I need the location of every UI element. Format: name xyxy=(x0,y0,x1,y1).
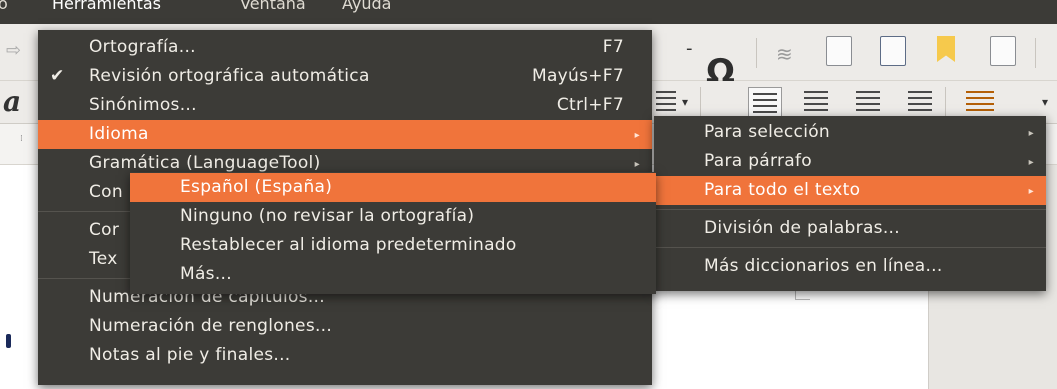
align-left-button[interactable] xyxy=(748,87,782,119)
menu-separator xyxy=(654,209,1046,210)
menu-item-shortcut: F7 xyxy=(602,37,624,57)
menu-item-more[interactable]: Más... xyxy=(130,260,656,289)
all-text-language-submenu: Español (España) Ninguno (no revisar la … xyxy=(130,172,656,294)
menubar-item-window[interactable]: Ventana xyxy=(240,0,306,13)
menubar-item-help[interactable]: Ayuda xyxy=(342,0,391,13)
align-left-icon xyxy=(753,93,777,113)
checkmark-icon: ✔ xyxy=(50,66,65,86)
menu-item-label: Para selección xyxy=(704,122,831,142)
menubar: o Herramientas Ventana Ayuda xyxy=(0,0,1057,24)
dropdown-arrow-icon[interactable]: ▾ xyxy=(1042,95,1048,109)
menu-item-spelling[interactable]: Ortografía... F7 xyxy=(38,33,652,62)
hyperlink-icon[interactable]: ≋ xyxy=(776,42,793,66)
menu-item-thesaurus[interactable]: Sinónimos... Ctrl+F7 xyxy=(38,91,652,120)
list-icon[interactable] xyxy=(656,91,676,111)
menu-item-label: Con xyxy=(89,182,123,202)
submenu-arrow-icon: ▸ xyxy=(1028,186,1034,197)
menu-item-label: Más diccionarios en línea... xyxy=(704,256,943,276)
menu-item-for-paragraph[interactable]: Para párrafo ▸ xyxy=(654,147,1046,176)
menu-item-label: Ninguno (no revisar la ortografía) xyxy=(180,206,475,226)
menu-item-spanish-spain[interactable]: Español (España) xyxy=(130,173,656,202)
submenu-arrow-icon: ▸ xyxy=(1028,128,1034,139)
align-right-icon[interactable] xyxy=(856,91,880,111)
menu-item-label: Ortografía... xyxy=(89,37,196,57)
cursor-mark xyxy=(6,334,11,348)
dropdown-arrow-icon[interactable]: ▾ xyxy=(682,95,688,109)
menu-item-reset-default-language[interactable]: Restablecer al idioma predeterminado xyxy=(130,231,656,260)
language-submenu: Para selección ▸ Para párrafo ▸ Para tod… xyxy=(654,116,1046,291)
menu-item-for-selection[interactable]: Para selección ▸ xyxy=(654,118,1046,147)
menu-item-language[interactable]: Idioma ▸ xyxy=(38,120,652,149)
footnote-icon[interactable] xyxy=(826,36,852,66)
justify-icon[interactable] xyxy=(908,91,932,111)
align-center-icon[interactable] xyxy=(804,91,828,111)
menu-item-label: Para todo el texto xyxy=(704,180,861,200)
menu-item-footnotes[interactable]: Notas al pie y finales... xyxy=(38,341,652,370)
redo-icon[interactable]: ⇨ xyxy=(6,40,21,61)
submenu-arrow-icon: ▸ xyxy=(634,130,640,141)
endnote-icon[interactable] xyxy=(880,36,906,66)
toolbar-separator xyxy=(756,38,757,68)
menu-item-more-dictionaries[interactable]: Más diccionarios en línea... xyxy=(654,252,1046,281)
menu-item-label: Idioma xyxy=(89,124,149,144)
menu-item-label: Numeración de renglones... xyxy=(89,316,333,336)
bookmark-icon[interactable] xyxy=(937,36,955,62)
menu-item-label: Más... xyxy=(180,264,232,284)
submenu-arrow-icon: ▸ xyxy=(1028,157,1034,168)
menu-item-label: Revisión ortográfica automática xyxy=(89,66,370,86)
cross-reference-icon[interactable] xyxy=(990,36,1016,66)
menu-item-none-no-spellcheck[interactable]: Ninguno (no revisar la ortografía) xyxy=(130,202,656,231)
italic-glyph-icon[interactable]: a xyxy=(3,85,21,118)
menu-item-label: Para párrafo xyxy=(704,151,813,171)
menubar-item-partial[interactable]: o xyxy=(0,0,8,13)
ruler-marker: ⁞ xyxy=(20,134,23,144)
menu-item-line-numbering[interactable]: Numeración de renglones... xyxy=(38,312,652,341)
toolbar-separator xyxy=(700,87,701,117)
menu-item-label: Notas al pie y finales... xyxy=(89,345,291,365)
menu-item-label: Español (España) xyxy=(180,177,333,197)
dropdown-dash-icon[interactable]: - xyxy=(686,38,693,59)
menu-item-label: Tex xyxy=(89,249,118,269)
menu-item-shortcut: Ctrl+F7 xyxy=(556,95,624,115)
menu-item-label: Sinónimos... xyxy=(89,95,197,115)
menu-item-shortcut: Mayús+F7 xyxy=(531,66,624,86)
menu-item-label: Cor xyxy=(89,220,120,240)
toolbar-separator xyxy=(1035,38,1036,68)
menu-item-label: Restablecer al idioma predeterminado xyxy=(180,235,517,255)
menu-item-hyphenation[interactable]: División de palabras... xyxy=(654,214,1046,243)
menubar-item-tools[interactable]: Herramientas xyxy=(52,0,161,13)
menu-item-auto-spellcheck[interactable]: ✔ Revisión ortográfica automática Mayús+… xyxy=(38,62,652,91)
menu-item-label: División de palabras... xyxy=(704,218,900,238)
toolbar-separator xyxy=(945,87,946,117)
menu-item-for-all-text[interactable]: Para todo el texto ▸ xyxy=(654,176,1046,205)
menu-separator xyxy=(654,247,1046,248)
line-spacing-icon[interactable] xyxy=(966,91,994,111)
